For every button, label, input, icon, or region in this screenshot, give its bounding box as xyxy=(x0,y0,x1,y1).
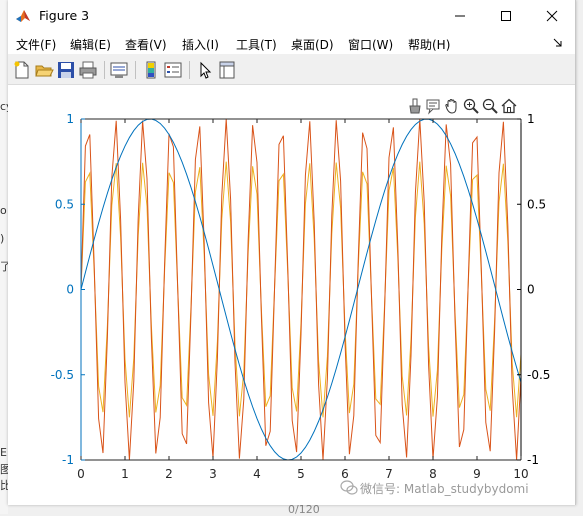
axes-background xyxy=(81,119,521,460)
watermark-text: 微信号: Matlab_studybydomi xyxy=(360,482,529,496)
left-y-tick-label: -0.5 xyxy=(51,368,74,382)
background-desktop xyxy=(0,0,8,514)
right-y-tick-label: 1 xyxy=(527,112,535,126)
left-y-tick-label: 1 xyxy=(66,112,74,126)
pan-icon[interactable] xyxy=(443,97,461,115)
plot-canvas: 0 1 2 3 4 5 6 7 8 9 10 1 0.5 0 -0.5 -1 1 0.5 0 -0.5 -1 xyxy=(51,112,551,481)
x-tick-label: 6 xyxy=(341,467,349,481)
background-text: E xyxy=(0,446,7,459)
x-tick-label: 4 xyxy=(253,467,261,481)
background-text: ) xyxy=(0,232,5,245)
left-y-tick-label: 0.5 xyxy=(55,197,74,211)
figure-window: Figure 3 文件(F) 编辑(E) 查看(V) 插入(I) 工具(T) 桌… xyxy=(8,0,576,505)
zoom-in-icon[interactable] xyxy=(462,97,480,115)
x-tick-label: 1 xyxy=(121,467,129,481)
x-tick-label: 2 xyxy=(165,467,173,481)
brush-icon[interactable] xyxy=(406,97,424,115)
x-tick-label: 5 xyxy=(297,467,305,481)
x-tick-label: 10 xyxy=(513,467,528,481)
datatips-icon[interactable] xyxy=(424,97,442,115)
x-tick-label: 0 xyxy=(77,467,85,481)
x-tick-label: 3 xyxy=(209,467,217,481)
x-tick-label: 7 xyxy=(385,467,393,481)
home-icon[interactable] xyxy=(500,97,518,115)
left-y-tick-label: 0 xyxy=(66,283,74,297)
wechat-icon xyxy=(340,480,358,495)
right-y-tick-label: 0 xyxy=(527,283,535,297)
right-y-tick-label: -0.5 xyxy=(527,368,550,382)
right-y-tick-label: 0.5 xyxy=(527,197,546,211)
x-tick-label: 9 xyxy=(473,467,481,481)
x-tick-label: 8 xyxy=(429,467,437,481)
left-y-tick-label: -1 xyxy=(62,453,74,467)
zoom-out-icon[interactable] xyxy=(481,97,499,115)
right-y-tick-label: -1 xyxy=(527,453,539,467)
background-text: o xyxy=(0,204,7,217)
